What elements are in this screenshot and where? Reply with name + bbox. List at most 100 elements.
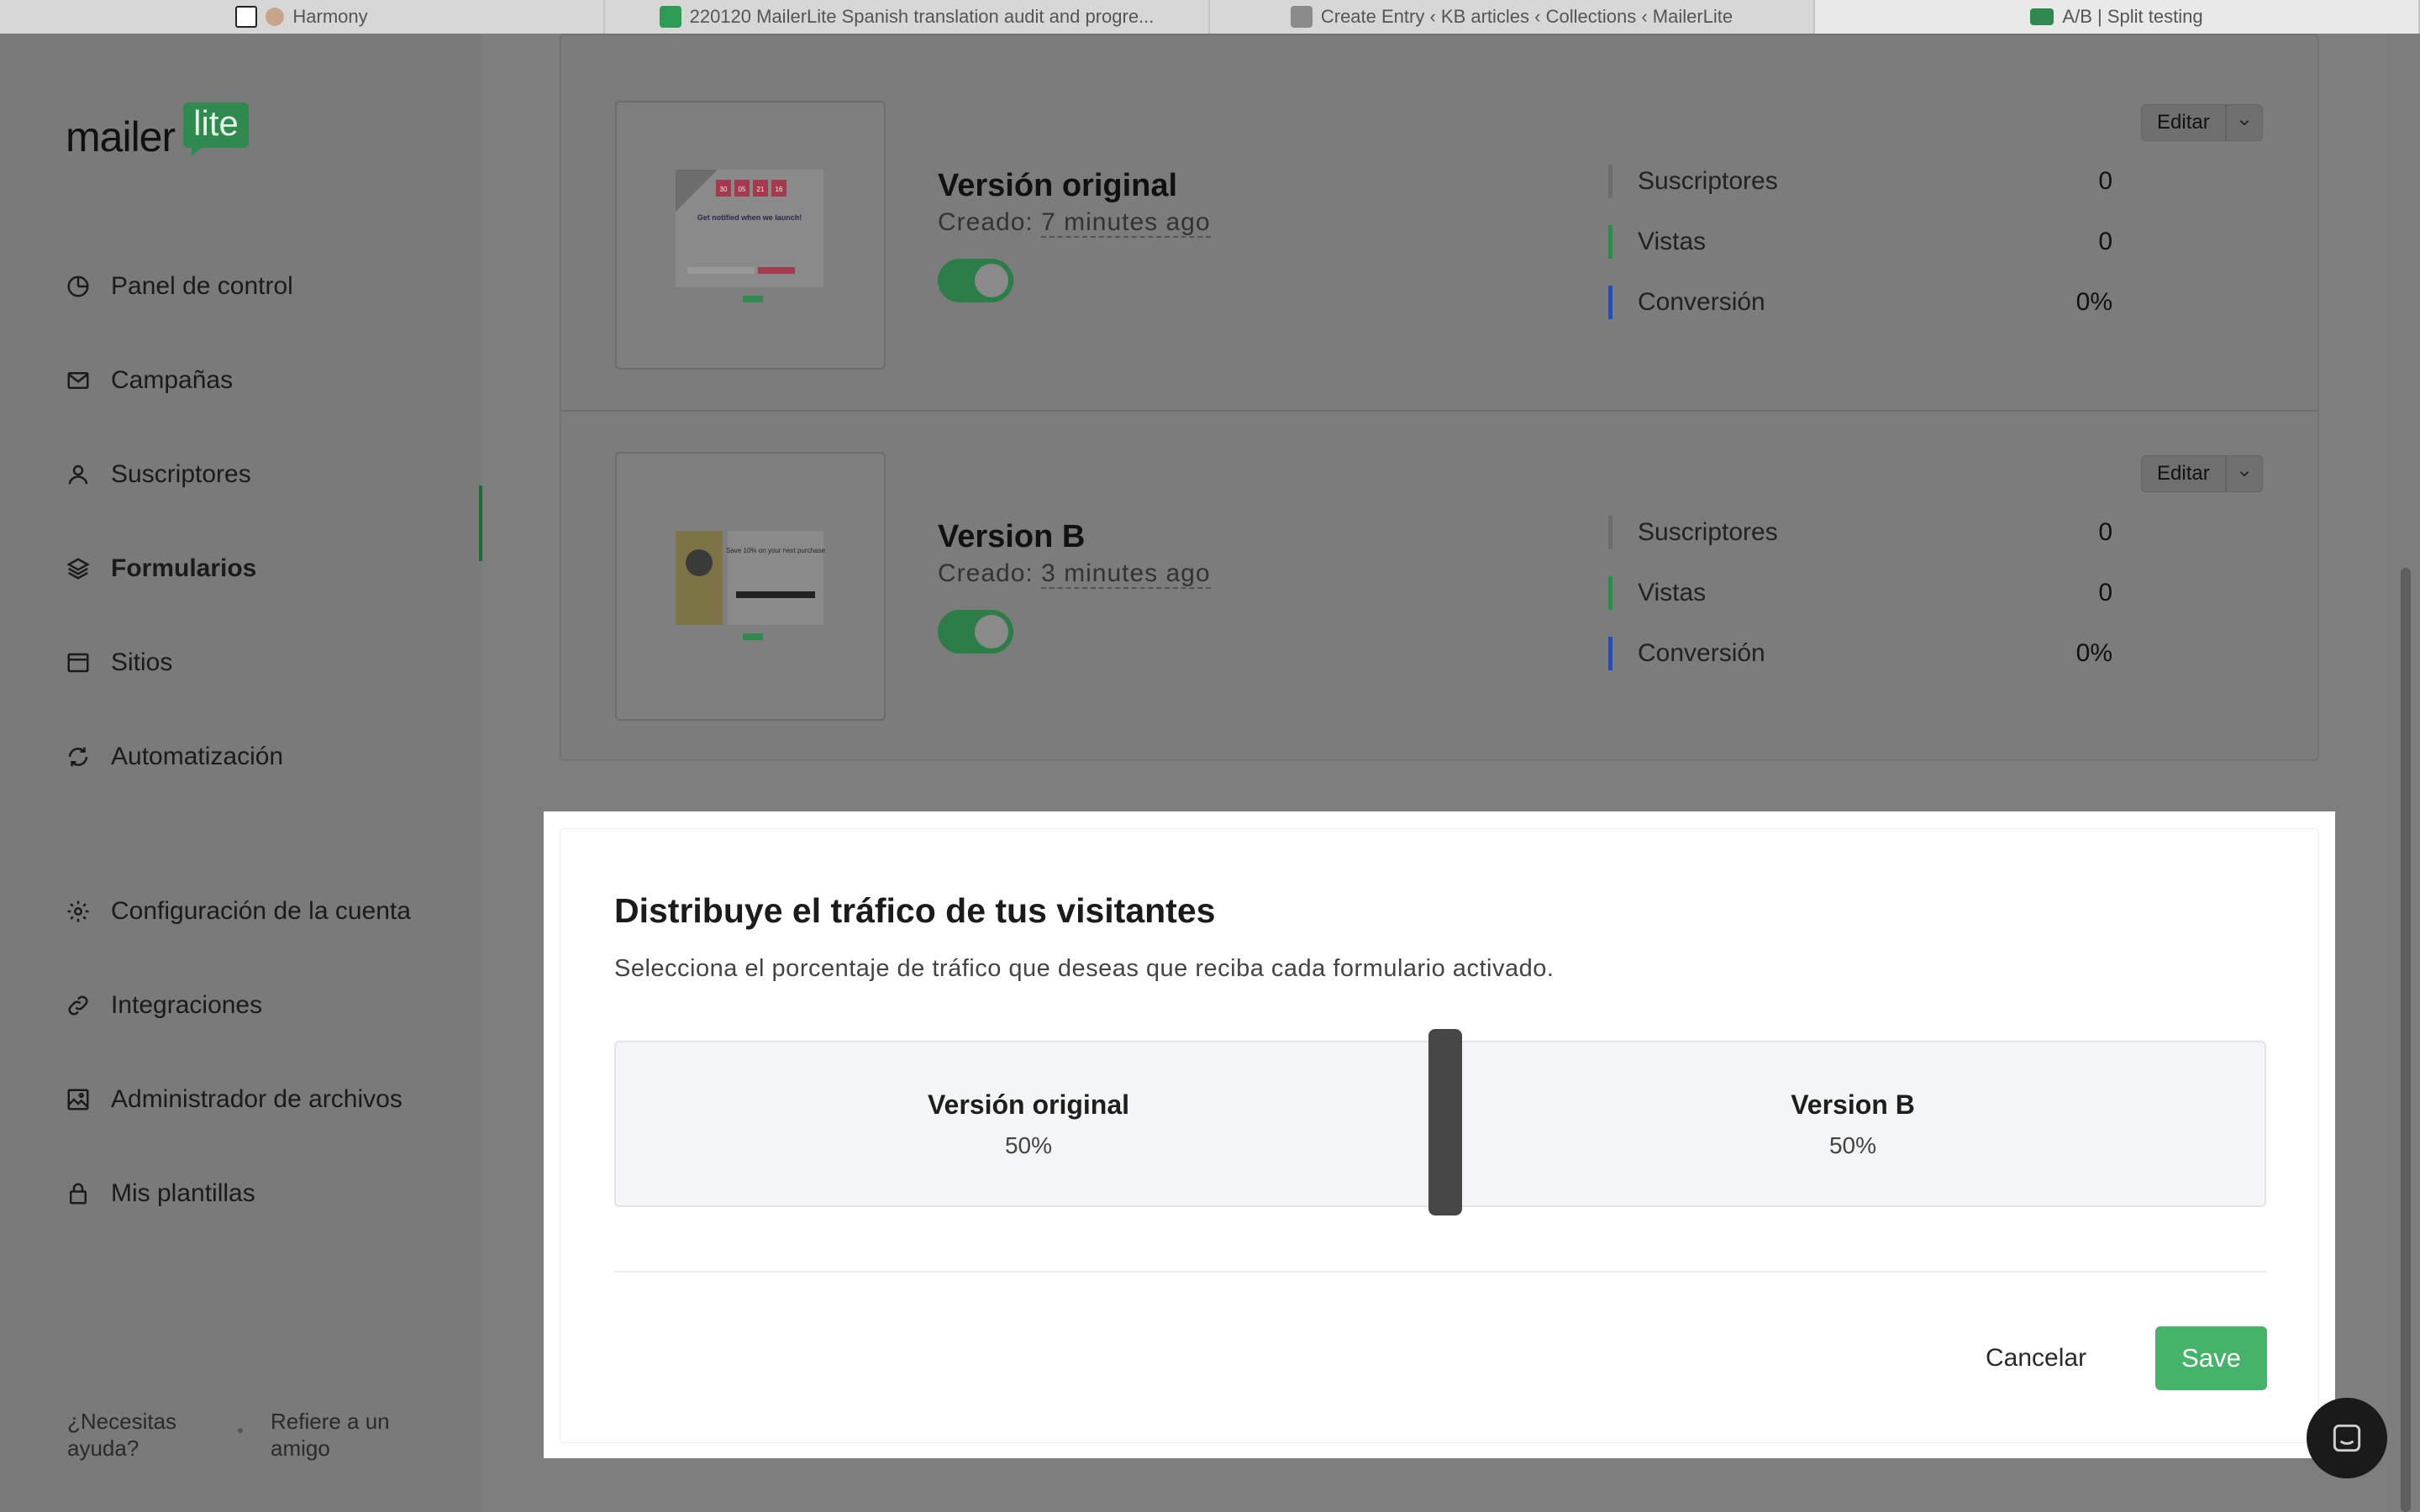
stat-value: 0 [2098,167,2112,195]
sidebar-item-suscriptores[interactable]: Suscriptores [66,428,411,522]
sheets-icon [659,6,681,28]
sidebar-item-plantillas[interactable]: Mis plantillas [66,1147,411,1241]
separator-dot [238,1428,243,1433]
tab-label: Harmony [292,6,368,27]
sidebar-item-label: Formularios [111,554,257,582]
sidebar-item-automatizacion[interactable]: Automatización [66,710,411,804]
sidebar-item-label: Integraciones [111,991,263,1019]
chevron-down-icon [2239,120,2249,126]
created-ago: 7 minutes ago [1041,208,1211,238]
version-title: Versión original [938,168,1178,203]
form-preview-thumbnail[interactable]: Save 10% on your next purchase [615,452,886,721]
edit-button[interactable]: Editar [2141,455,2226,492]
tab-label: 220120 MailerLite Spanish translation au… [689,6,1155,27]
stat-color-bar [1608,225,1612,259]
split-version-percent: 50% [1828,1131,1877,1158]
sidebar-item-panel-de-control[interactable]: Panel de control [66,239,411,333]
sidebar-item-label: Mis plantillas [111,1179,255,1207]
traffic-split-modal: Distribuye el tráfico de tus visitantes … [560,828,2319,1443]
dashboard-icon [66,274,91,299]
split-drag-handle[interactable] [1428,1029,1462,1215]
gear-icon [66,899,91,924]
version-created: Creado: 7 minutes ago [938,208,1211,238]
save-button[interactable]: Save [2155,1326,2267,1390]
stat-label: Conversión [1638,639,1765,667]
version-title: Version B [938,519,1086,554]
sidebar-selected-indicator [479,486,482,561]
stat-label: Conversión [1638,288,1765,316]
form-preview-thumbnail[interactable]: 30 05 21 16 Get notified when we launch! [615,101,886,370]
preview-headline: Get notified when we launch! [697,213,802,222]
sidebar-item-label: Suscriptores [111,460,251,488]
form-preview-image: Save 10% on your next purchase [676,531,825,640]
edit-button-group: Editar [2141,455,2263,492]
stat-vistas: Vistas 0 [1608,563,2112,623]
chat-launcher-button[interactable] [2307,1398,2387,1478]
stat-value: 0 [2098,518,2112,546]
countdown-digit: 30 [720,186,728,193]
stat-color-bar [1608,576,1612,610]
version-enabled-toggle[interactable] [938,259,1013,302]
created-label: Creado: [938,559,1034,587]
lock-icon [66,1181,91,1206]
sidebar-item-sitios[interactable]: Sitios [66,616,411,710]
sidebar-item-configuracion[interactable]: Configuración de la cuenta [66,864,411,958]
version-row-b: Save 10% on your next purchase Version B… [561,412,2317,763]
layers-icon [66,556,91,581]
mail-icon [66,368,91,393]
tab-label: A/B | Split testing [2062,6,2203,27]
stat-suscriptores: Suscriptores 0 [1608,502,2112,563]
sidebar-nav: Panel de control Campañas Suscriptores F… [66,239,411,1241]
refer-friend-link[interactable]: Refiere a un amigo [271,1408,413,1462]
versions-card: 30 05 21 16 Get notified when we launch!… [560,34,2319,761]
sidebar-item-campanas[interactable]: Campañas [66,333,411,428]
chat-icon [2333,1424,2361,1452]
sidebar-item-integraciones[interactable]: Integraciones [66,958,411,1053]
sidebar-item-formularios[interactable]: Formularios [66,522,411,616]
sidebar-item-label: Automatización [111,743,284,770]
notion-icon [235,6,258,28]
stat-conversion: Conversión 0% [1608,272,2112,333]
edit-dropdown-button[interactable] [2225,455,2263,492]
version-enabled-toggle[interactable] [938,610,1013,654]
stat-value: 0% [2075,288,2112,316]
stat-color-bar [1608,516,1612,549]
countdown-digit: 16 [776,186,783,193]
stat-label: Vistas [1638,228,1707,255]
stat-value: 0% [2075,639,2112,667]
avatar-icon [266,8,285,26]
modal-subtitle: Selecciona el porcentaje de tráfico que … [614,955,1555,982]
tab-label: Create Entry ‹ KB articles ‹ Collections… [1320,6,1733,27]
refresh-icon [66,744,91,769]
browser-tab-ab-split[interactable]: A/B | Split testing [1815,0,2420,34]
cancel-button[interactable]: Cancelar [1975,1326,2096,1390]
stat-label: Vistas [1638,579,1707,606]
help-link[interactable]: ¿Necesitas ayuda? [67,1408,193,1462]
chevron-down-icon [2239,471,2249,477]
edit-dropdown-button[interactable] [2225,104,2263,141]
modal-divider [614,1271,2266,1273]
stat-label: Suscriptores [1638,518,1778,546]
logo-badge: lite [183,102,249,156]
countdown-digit: 05 [739,186,746,193]
split-version-name: Versión original [927,1089,1130,1120]
stat-color-bar [1608,165,1612,198]
browser-tab-strip: Harmony 220120 MailerLite Spanish transl… [0,0,2420,34]
vertical-scrollbar[interactable] [2401,568,2411,1512]
sidebar-item-label: Administrador de archivos [111,1085,402,1113]
browser-tab-harmony[interactable]: Harmony [0,0,605,34]
image-icon [66,1087,91,1112]
preview-headline: Save 10% on your next purchase [726,547,825,554]
edit-button[interactable]: Editar [2141,104,2226,141]
stat-suscriptores: Suscriptores 0 [1608,151,2112,212]
sidebar-item-archivos[interactable]: Administrador de archivos [66,1053,411,1147]
logo-word: mailer [66,113,176,160]
stat-label: Suscriptores [1638,167,1778,195]
mailerlite-logo[interactable]: mailer lite [66,69,249,158]
browser-tab-translation-audit[interactable]: 220120 MailerLite Spanish translation au… [605,0,1210,34]
browser-tab-create-entry[interactable]: Create Entry ‹ KB articles ‹ Collections… [1210,0,1815,34]
sidebar: mailer lite Panel de control Campañas Su… [0,34,482,1512]
sidebar-item-label: Configuración de la cuenta [111,897,411,925]
sidebar-item-label: Panel de control [111,272,293,300]
